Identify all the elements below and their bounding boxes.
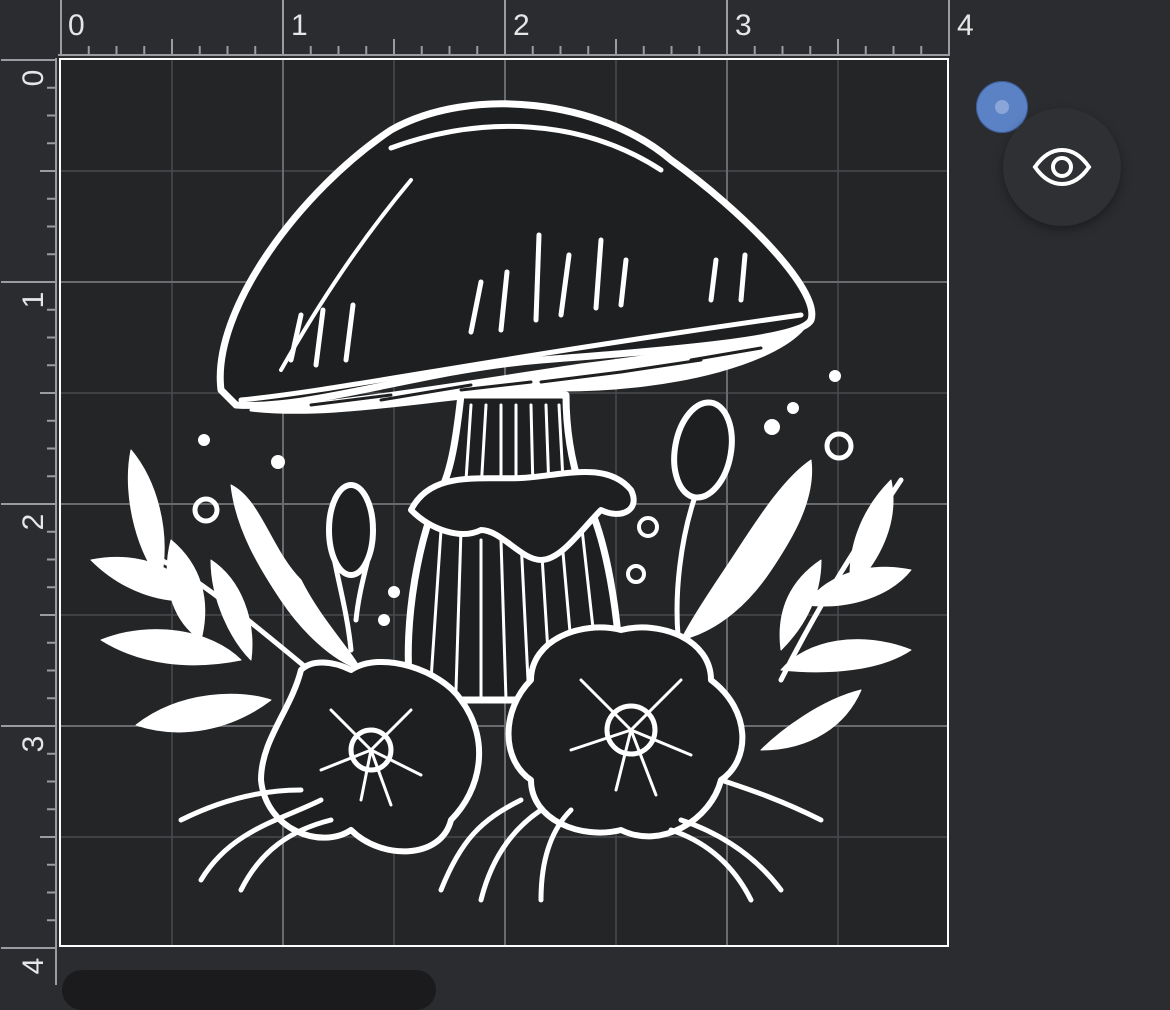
bottom-toolbar[interactable] <box>62 970 436 1010</box>
ruler-label-h-2: 2 <box>513 9 530 42</box>
ruler-corner <box>0 0 58 58</box>
left-flower <box>258 659 483 855</box>
ruler-label-h-0: 0 <box>68 9 85 42</box>
mushroom-flower-design[interactable] <box>90 100 912 903</box>
ruler-label-v-2: 2 <box>17 514 50 531</box>
ruler-label-v-4: 4 <box>17 958 50 975</box>
mat-grid-and-design <box>61 60 947 945</box>
ruler-label-v-0: 0 <box>17 70 50 87</box>
ruler-label-h-1: 1 <box>291 9 308 42</box>
right-flower <box>505 624 746 840</box>
ruler-label-v-3: 3 <box>17 736 50 753</box>
eye-icon <box>1032 147 1092 187</box>
visibility-toggle-button[interactable] <box>1003 108 1121 226</box>
ruler-label-v-1: 1 <box>17 292 50 309</box>
cutting-mat[interactable] <box>59 58 949 947</box>
ruler-label-h-3: 3 <box>735 9 752 42</box>
ruler-label-h-4: 4 <box>957 9 974 42</box>
vertical-ruler: 0 1 2 3 4 <box>0 0 58 985</box>
canvas-area[interactable]: 0 1 2 3 4 0 1 2 3 4 <box>0 0 1170 1010</box>
horizontal-ruler: 0 1 2 3 4 <box>0 0 1170 58</box>
